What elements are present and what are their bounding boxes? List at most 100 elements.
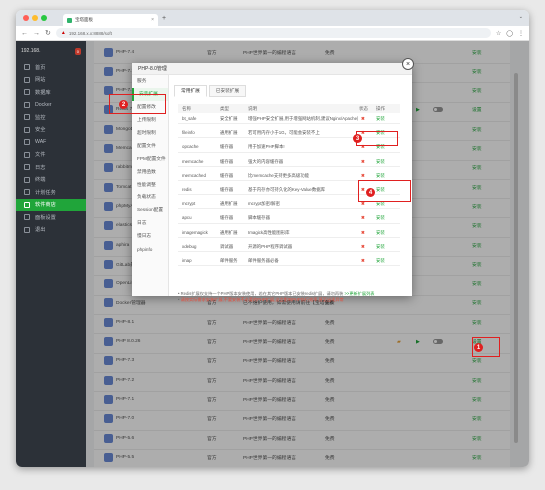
ext-row: xdebug 调试器 开源的PHP程序调试器 ✖ 安装: [178, 242, 400, 252]
sidebar-item[interactable]: 计划任务: [16, 186, 86, 199]
modal-menu-item[interactable]: 服务: [132, 75, 168, 88]
ext-desc: 增强PHP安全扩展,用于增强网站机制,建议Nginx/Apache用户安装: [248, 116, 358, 121]
ext-status-icon: ✖: [361, 243, 365, 249]
sidebar-item[interactable]: 首页: [16, 61, 86, 74]
ext-install-button[interactable]: 安装: [376, 230, 385, 236]
bookmark-icon[interactable]: ☆: [496, 30, 501, 37]
maximize-window-button[interactable]: [41, 15, 47, 21]
profile-icon[interactable]: ◯: [506, 30, 513, 37]
modal-menu-item[interactable]: 禁用函数: [132, 165, 168, 178]
sidebar: 192.168. 0 首页 网站 数据库 Docker 监控 安全 WAF 文件 日志 终端 计划任…: [16, 41, 86, 467]
ext-type: 缓存器: [220, 144, 234, 150]
modal-title-text: PHP-8.0管理: [138, 66, 167, 72]
sidebar-item[interactable]: 软件商店: [16, 198, 86, 211]
sidebar-item[interactable]: WAF: [16, 136, 86, 149]
sidebar-item[interactable]: 终端: [16, 174, 86, 187]
database-icon: [24, 89, 30, 96]
store-icon: [24, 201, 30, 208]
ext-status-icon: ✖: [361, 215, 365, 221]
sidebar-item[interactable]: 网站: [16, 74, 86, 87]
modal-menu-item[interactable]: FPM配置文件: [132, 152, 168, 165]
sidebar-item[interactable]: 文件: [16, 149, 86, 162]
ext-row: imagemagick 通用扩展 Imagick高性能图形库 ✖ 安装: [178, 228, 400, 238]
sidebar-item[interactable]: 监控: [16, 111, 86, 124]
sidebar-item-label: 文件: [35, 152, 46, 159]
modal-menu-item[interactable]: 配置文件: [132, 139, 168, 152]
ext-name: fileinfo: [182, 130, 195, 136]
ext-install-button[interactable]: 安装: [376, 116, 385, 122]
ext-install-button[interactable]: 安装: [376, 201, 385, 207]
ext-name: opcache: [182, 144, 199, 150]
update-ext-list-link[interactable]: >>更新扩展列表: [344, 291, 374, 296]
address-bar: ← → ↻ ▲ 192.168.x.x:8888/soft ☆ ◯ ⋮: [16, 26, 529, 41]
reload-icon[interactable]: ↻: [45, 29, 51, 37]
docker-icon: [24, 101, 30, 108]
ext-desc: 开源的PHP程序调试器: [248, 243, 293, 249]
modal-menu-item[interactable]: 超时限制: [132, 127, 168, 140]
folder-icon: [24, 151, 30, 158]
tab-bar: 宝塔面板 × + ⌄: [16, 10, 529, 26]
modal-menu-item[interactable]: 上传限制: [132, 114, 168, 127]
ext-name: memcached: [182, 172, 206, 178]
tab-list-chevron-icon[interactable]: ⌄: [519, 14, 523, 20]
sidebar-item[interactable]: 日志: [16, 161, 86, 174]
minimize-window-button[interactable]: [32, 15, 38, 21]
ext-status-icon: ✖: [361, 201, 365, 207]
modal-menu-item[interactable]: 负载状态: [132, 191, 168, 204]
forward-icon[interactable]: →: [33, 30, 40, 37]
sidebar-item[interactable]: 退出: [16, 224, 86, 237]
ext-type: 安全扩展: [220, 116, 238, 121]
sidebar-item[interactable]: 数据库: [16, 86, 86, 99]
home-icon: [24, 64, 30, 71]
ext-install-button[interactable]: 安装: [376, 215, 385, 221]
ext-name: imap: [182, 258, 192, 263]
tab-favicon-icon: [67, 17, 72, 23]
ext-name: memcache: [182, 158, 204, 164]
url-field[interactable]: ▲ 192.168.x.x:8888/soft: [55, 28, 491, 38]
ext-install-button[interactable]: 安装: [376, 244, 385, 250]
ext-name: apcu: [182, 215, 192, 221]
tab-close-icon[interactable]: ×: [151, 17, 154, 23]
sidebar-item-label: 监控: [35, 114, 46, 121]
ext-type: 通用扩展: [220, 229, 238, 235]
settings-icon: [24, 214, 30, 221]
ext-install-button[interactable]: 安装: [376, 258, 385, 264]
annotation-marker-3: 3: [353, 134, 362, 143]
col-op: 操作: [376, 106, 385, 111]
browser-tab[interactable]: 宝塔面板 ×: [63, 14, 158, 26]
ext-install-button[interactable]: 安装: [376, 173, 385, 179]
modal-menu-item[interactable]: 日志: [132, 217, 168, 230]
sidebar-item[interactable]: Docker: [16, 99, 86, 112]
col-type: 类型: [220, 106, 229, 111]
waf-icon: [24, 139, 30, 146]
tab-installed-ext[interactable]: 已安装扩展: [208, 85, 247, 97]
ext-status-icon: ✖: [361, 229, 365, 235]
alert-badge[interactable]: 0: [74, 47, 81, 55]
logout-icon: [24, 226, 30, 233]
close-window-button[interactable]: [23, 15, 29, 21]
modal-notes: • Redis扩展仅支持一个PHP版本安装使用，若在其它PHP版本已安装redi…: [178, 291, 375, 302]
sidebar-item-label: WAF: [35, 139, 47, 146]
sidebar-item-label: 退出: [35, 227, 46, 234]
ext-desc: 强大的内容缓存器: [248, 158, 284, 164]
annotation-marker-1: 1: [474, 343, 483, 352]
col-name: 名称: [182, 106, 191, 111]
tab-common-ext[interactable]: 常用扩展: [174, 85, 207, 97]
modal-menu-item[interactable]: Session配置: [132, 204, 168, 217]
sidebar-item[interactable]: 安全: [16, 124, 86, 137]
ext-install-button[interactable]: 安装: [376, 159, 385, 165]
sidebar-item-label: Docker: [35, 101, 52, 108]
back-icon[interactable]: ←: [21, 30, 28, 37]
menu-icon[interactable]: ⋮: [518, 30, 524, 37]
ext-status-icon: ✖: [361, 172, 365, 178]
ext-warning-note: 请按实际需求安装扩展,不要安装不必要的PHP扩展,这会影响PHP执行效率,甚至出…: [180, 297, 344, 302]
sidebar-menu: 首页 网站 数据库 Docker 监控安全 WAF 文件日志 终端 计划任务 软件商店 面板设置退出: [16, 61, 86, 236]
modal-menu-item[interactable]: phpinfo: [132, 243, 168, 256]
shield-icon: [24, 126, 30, 133]
new-tab-button[interactable]: +: [162, 15, 166, 22]
sidebar-item[interactable]: 面板设置: [16, 211, 86, 224]
ext-type: 缓存器: [220, 158, 234, 164]
modal-menu-item[interactable]: 慢日志: [132, 230, 168, 243]
modal-menu-item[interactable]: 性能调整: [132, 178, 168, 191]
modal-close-button[interactable]: ×: [402, 58, 414, 70]
